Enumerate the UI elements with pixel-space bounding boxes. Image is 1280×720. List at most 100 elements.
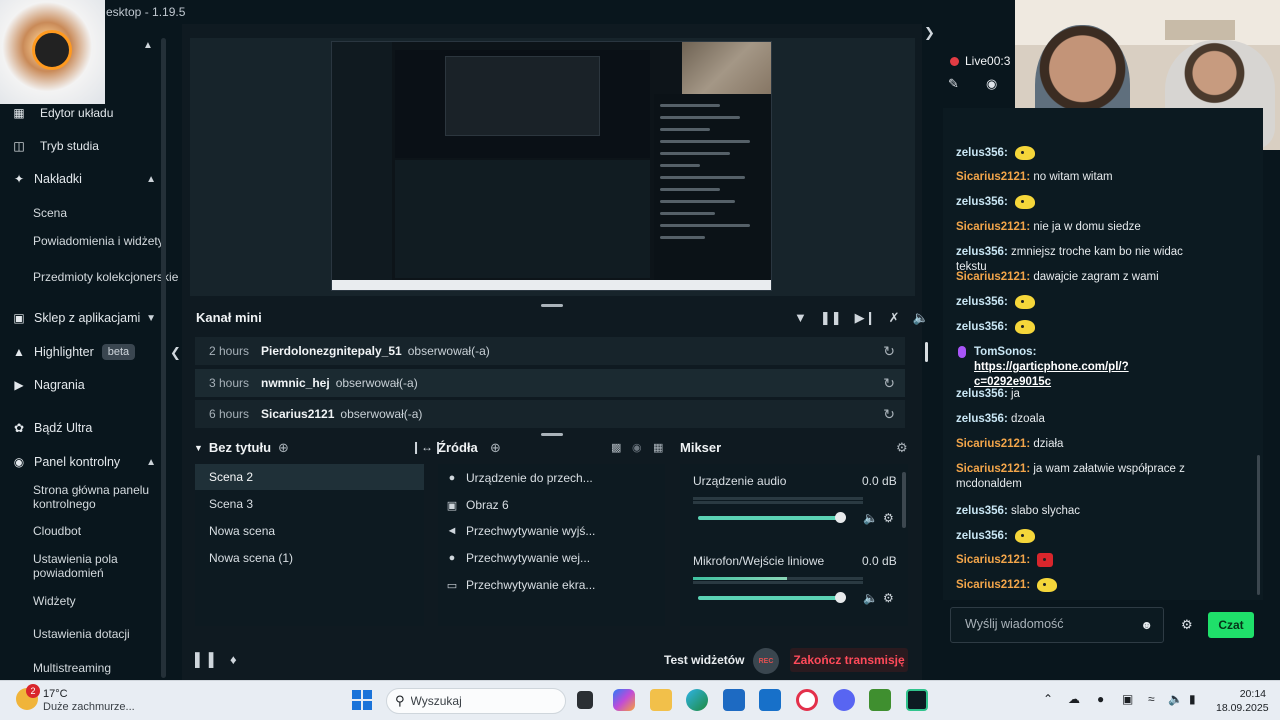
resize-handle[interactable]	[541, 304, 563, 307]
scene-item[interactable]: Scena 2	[195, 464, 424, 490]
sidebar-item-donation-settings[interactable]: Ustawienia dotacji	[33, 627, 181, 641]
sidebar-item-highlighter[interactable]: ▲ Highlighter beta	[12, 344, 160, 360]
file-explorer-icon[interactable]	[650, 689, 672, 711]
volume-slider-knob[interactable]	[835, 592, 846, 603]
chat-input-box[interactable]: ☻	[950, 607, 1164, 643]
source-visibility-icon[interactable]: ◉	[632, 441, 642, 454]
discord-icon[interactable]	[833, 689, 855, 711]
chat-username[interactable]: TomSonos	[974, 346, 1033, 358]
sidebar-item-multistreaming[interactable]: Multistreaming	[33, 661, 181, 675]
replay-icon[interactable]: ↻	[883, 343, 895, 360]
chat-send-button[interactable]: Czat	[1208, 612, 1254, 638]
volume-slider[interactable]	[698, 596, 840, 600]
chevron-up-icon[interactable]: ▲	[143, 40, 153, 51]
start-button[interactable]	[352, 690, 372, 710]
source-item[interactable]: ● Przechwytywanie wej...	[446, 551, 590, 565]
stats-icon[interactable]: ▌▐	[195, 652, 213, 667]
chat-username[interactable]: zelus356	[956, 147, 1004, 159]
pause-icon[interactable]: ❚❚	[820, 310, 842, 326]
wifi-icon[interactable]: ≈	[1148, 692, 1155, 706]
replay-icon[interactable]: ↻	[883, 375, 895, 392]
volume-slider-knob[interactable]	[835, 512, 846, 523]
collapse-chat-icon[interactable]: ❯	[924, 25, 935, 41]
edge-icon[interactable]	[686, 689, 708, 711]
sidebar-item-studio-mode[interactable]: ◫ Tryb studia	[12, 139, 160, 153]
filter-icon[interactable]: ▼	[794, 310, 807, 326]
scene-item[interactable]: Scena 3	[195, 491, 424, 517]
chat-username[interactable]: zelus356	[956, 413, 1004, 425]
sidebar-item-collectibles[interactable]: Przedmioty kolekcjonerskie	[33, 270, 181, 284]
replay-icon[interactable]: ↻	[883, 406, 895, 423]
taskbar-clock[interactable]: 20:14 18.09.2025	[1216, 687, 1269, 715]
add-source-icon[interactable]: ⊕	[490, 440, 501, 456]
source-group-icon[interactable]: ▩	[611, 441, 621, 454]
gear-icon[interactable]: ⚙	[1181, 617, 1193, 633]
chat-username[interactable]: Sicarius2121	[956, 554, 1026, 566]
volume-slider[interactable]	[698, 516, 840, 520]
folder-icon[interactable]: ▦	[653, 441, 663, 454]
chat-username[interactable]: zelus356	[956, 321, 1004, 333]
pencil-icon[interactable]: ✎	[948, 76, 959, 92]
volume-icon[interactable]: 🔈	[1168, 692, 1183, 706]
collapse-sidebar-icon[interactable]: ❮	[170, 345, 181, 361]
chat-username[interactable]: zelus356	[956, 505, 1004, 517]
chevron-down-icon[interactable]: ▼	[194, 443, 203, 453]
chat-scrollbar[interactable]	[1257, 455, 1260, 595]
speaker-icon[interactable]: 🔈	[863, 511, 878, 525]
task-view-icon[interactable]	[577, 691, 593, 709]
source-item[interactable]: ◄ Przechwytywanie wyjś...	[446, 524, 596, 538]
opera-icon[interactable]	[796, 689, 818, 711]
copilot-icon[interactable]	[613, 689, 635, 711]
add-scene-icon[interactable]: ⊕	[278, 440, 289, 456]
test-widgets-button[interactable]: Test widżetów	[664, 653, 744, 667]
chat-username[interactable]: Sicarius2121	[956, 438, 1026, 450]
taskbar-search[interactable]: ⚲	[386, 688, 566, 714]
chat-username[interactable]: Sicarius2121	[956, 171, 1026, 183]
chevron-up-icon[interactable]: ⌃	[1043, 692, 1053, 706]
store-app-icon[interactable]	[723, 689, 745, 711]
sidebar-scrollbar[interactable]	[161, 38, 166, 678]
speaker-icon[interactable]: 🔈	[863, 591, 878, 605]
sidebar-item-alertbox-settings[interactable]: Ustawienia pola powiadomień	[33, 552, 181, 580]
chat-username[interactable]: zelus356	[956, 296, 1004, 308]
chat-link[interactable]: https://garticphone.com/pl/?c=0292e9015c	[974, 361, 1129, 388]
chat-username[interactable]: Sicarius2121	[956, 463, 1026, 475]
source-item[interactable]: ● Urządzenie do przech...	[446, 471, 593, 485]
bell-icon[interactable]: ♦	[230, 652, 237, 667]
rec-button[interactable]: REC	[753, 648, 779, 674]
scene-collection-name[interactable]: Bez tytułu	[209, 440, 271, 455]
mixer-scrollbar[interactable]	[902, 472, 906, 528]
sidebar-item-dashboard-home[interactable]: Strona główna panelu kontrolnego	[33, 483, 181, 511]
end-stream-button[interactable]: Zakończ transmisję	[790, 648, 908, 672]
emoji-icon[interactable]: ☻	[1140, 618, 1153, 632]
mute-alerts-icon[interactable]: ✗	[889, 310, 900, 326]
sidebar-item-layout-editor[interactable]: ▦ Edytor układu	[12, 106, 160, 120]
sidebar-item-overlays[interactable]: ✦ Nakładki ▲	[12, 172, 160, 186]
sidebar-item-recordings[interactable]: ▶ Nagrania	[12, 378, 160, 392]
resize-handle[interactable]	[541, 433, 563, 436]
mixer-settings-icon[interactable]: ⚙	[896, 440, 908, 456]
outlook-icon[interactable]	[759, 689, 781, 711]
chat-message-input[interactable]	[965, 617, 1135, 631]
scene-item[interactable]: Nowa scena	[195, 518, 424, 544]
battery-icon[interactable]: ▮	[1189, 692, 1196, 706]
mic-icon[interactable]: ●	[1097, 692, 1104, 706]
sidebar-item-cloudbot[interactable]: Cloudbot	[33, 524, 181, 538]
channel-avatar[interactable]	[0, 0, 105, 104]
minecraft-icon[interactable]	[869, 689, 891, 711]
camera-icon[interactable]: ◉	[986, 76, 997, 92]
chat-username[interactable]: zelus356	[956, 196, 1004, 208]
chat-username[interactable]: zelus356	[956, 388, 1004, 400]
cloud-icon[interactable]: ☁	[1068, 692, 1080, 706]
scene-item[interactable]: Nowa scena (1)	[195, 545, 424, 571]
gear-icon[interactable]: ⚙	[883, 591, 894, 605]
skip-icon[interactable]: ▶❙	[855, 310, 876, 326]
sidebar-item-scene[interactable]: Scena	[33, 206, 181, 220]
feed-scrollbar[interactable]	[925, 342, 928, 362]
chat-username[interactable]: zelus356	[956, 246, 1004, 258]
sidebar-item-ultra[interactable]: ✿ Bądź Ultra	[12, 421, 160, 435]
chat-username[interactable]: Sicarius2121	[956, 271, 1026, 283]
chat-username[interactable]: Sicarius2121	[956, 221, 1026, 233]
sidebar-item-alerts-widgets[interactable]: Powiadomienia i widżety	[33, 234, 181, 248]
stream-preview[interactable]	[331, 41, 772, 291]
